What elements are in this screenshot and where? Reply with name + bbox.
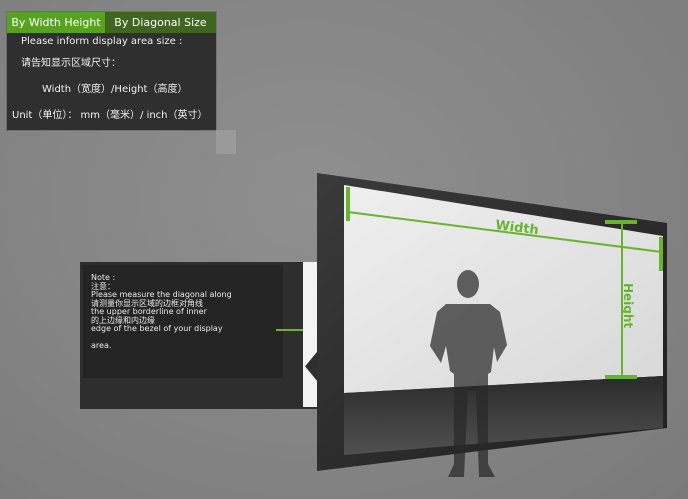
unit-text: Unit（单位）： mm（毫米）/ inch（英寸） xyxy=(12,110,208,121)
note-line: edge of the bezel of your display xyxy=(91,324,223,333)
note-panel: Note : 注意： Please measure the diagonal a… xyxy=(80,262,321,409)
note-box: Note : 注意： Please measure the diagonal a… xyxy=(83,265,283,378)
pointer-notch xyxy=(303,262,317,407)
display-size-panel: By Width Height By Diagonal Size Please … xyxy=(7,12,216,130)
tab-by-diagonal-size[interactable]: By Diagonal Size xyxy=(105,12,216,33)
note-line: area. xyxy=(91,340,112,350)
note-text: Note : 注意： Please measure the diagonal a… xyxy=(91,273,232,350)
canvas: By Width Height By Diagonal Size Please … xyxy=(0,0,688,499)
instruction-text-cn: 请告知显示区域尺寸： xyxy=(21,58,121,69)
height-label: Height xyxy=(621,283,635,328)
note-line-gap xyxy=(91,334,232,342)
mode-tabs: By Width Height By Diagonal Size xyxy=(7,12,216,33)
tab-by-width-height[interactable]: By Width Height xyxy=(7,12,105,33)
width-height-text: Width（宽度）/Height（高度） xyxy=(42,84,188,95)
display-illustration: Width Height xyxy=(317,173,667,471)
display-cabinet: Width Height xyxy=(317,173,667,471)
instruction-text-en: Please inform display area size : xyxy=(21,36,183,47)
panel-accent xyxy=(216,130,236,154)
